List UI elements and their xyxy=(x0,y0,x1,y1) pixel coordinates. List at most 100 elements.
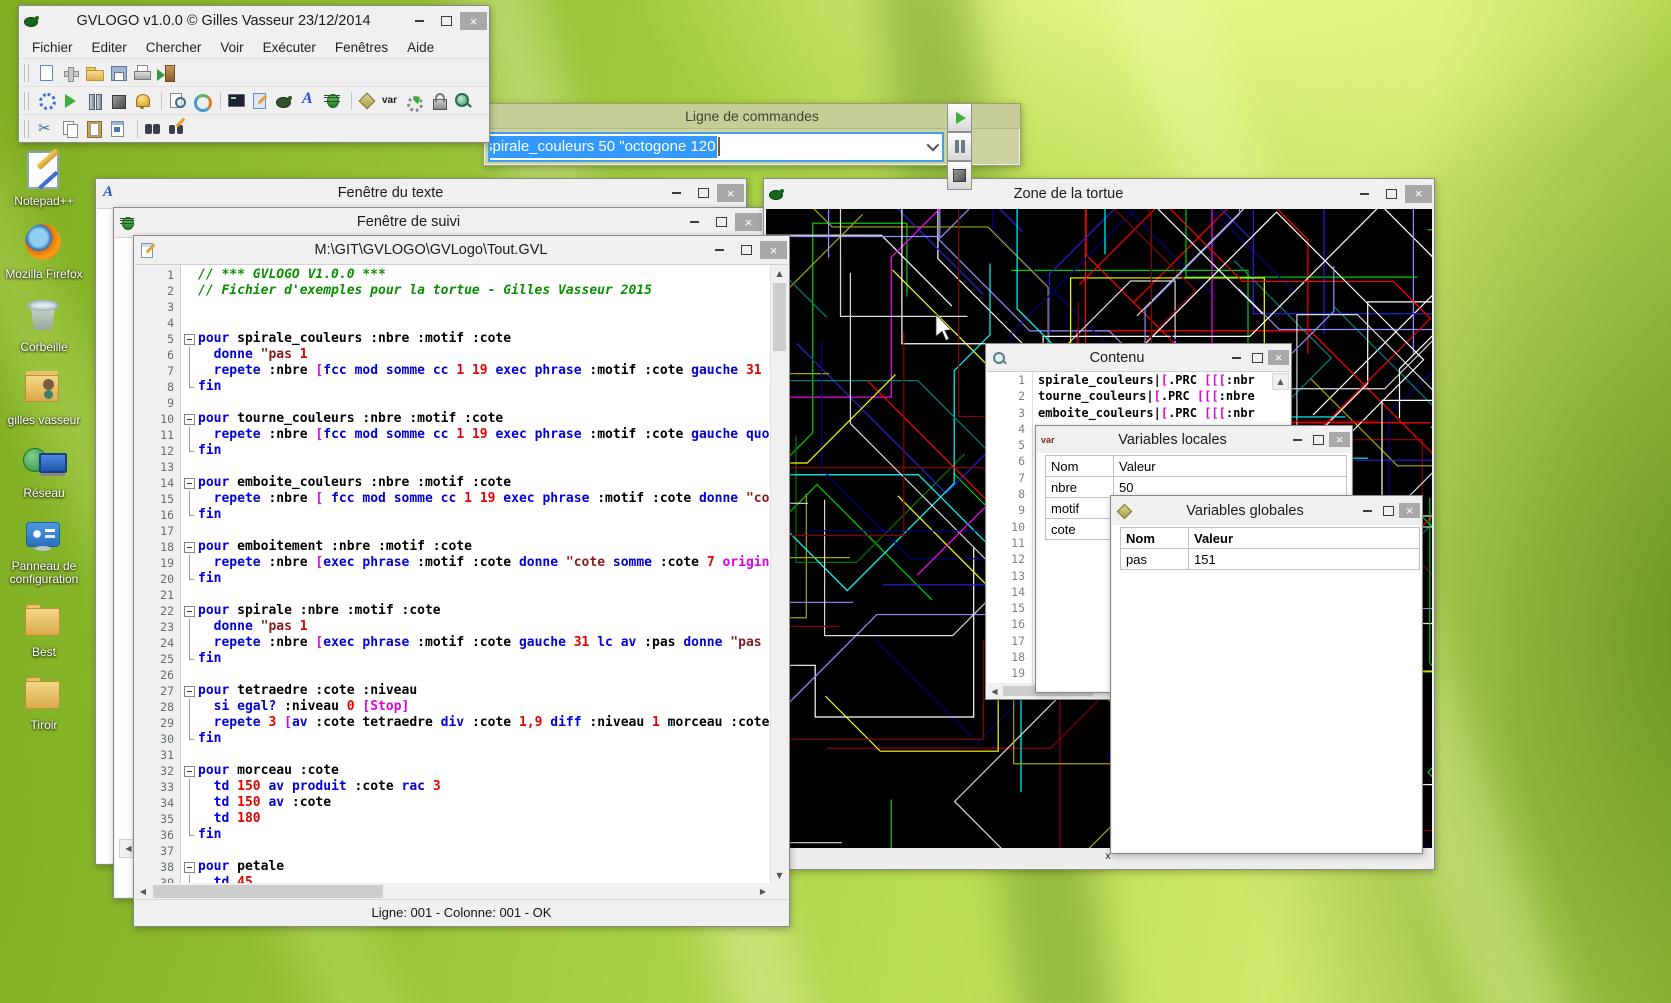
font-icon[interactable] xyxy=(298,91,320,111)
code-line-34[interactable]: 34 td 150 av :cote xyxy=(135,795,771,811)
close-button[interactable] xyxy=(1268,350,1289,365)
search-globe-icon[interactable] xyxy=(453,91,475,111)
editor-window-titlebar[interactable]: M:\GIT\GVLOGO\GVLogo\Tout.GVL xyxy=(134,236,789,264)
edit-document-icon[interactable] xyxy=(250,91,272,111)
code-line-19[interactable]: 19 repete :nbre [exec phrase :motif :cot… xyxy=(135,555,771,571)
scroll-left-arrow[interactable] xyxy=(987,684,1002,698)
code-line-38[interactable]: 38pour petale xyxy=(135,859,771,875)
desktop-icon-notepad[interactable]: Notepad++ xyxy=(2,148,86,208)
code-line-21[interactable]: 21 xyxy=(135,587,771,603)
turtle-icon[interactable] xyxy=(274,91,296,111)
code-line-18[interactable]: 18pour emboitement :nbre :motif :cote xyxy=(135,539,771,555)
code-line-28[interactable]: 28 si egal? :niveau 0 [Stop] xyxy=(135,699,771,715)
cut-icon[interactable] xyxy=(36,119,58,139)
close-button[interactable] xyxy=(1399,503,1420,518)
code-line-25[interactable]: 25fin xyxy=(135,651,771,667)
code-line-15[interactable]: 15 repete :nbre [ fcc mod somme cc 1 19 … xyxy=(135,491,771,507)
code-line-7[interactable]: 7 repete :nbre [fcc mod somme cc 1 19 ex… xyxy=(135,363,771,379)
paste-icon[interactable] xyxy=(84,119,106,139)
print-icon[interactable] xyxy=(132,63,154,83)
menu-item-5[interactable]: Exécuter xyxy=(263,40,316,55)
desktop-icon-folder-tiroir[interactable]: Tiroir xyxy=(2,672,86,732)
minimize-button[interactable] xyxy=(681,213,708,231)
close-button[interactable] xyxy=(460,12,487,30)
code-line-29[interactable]: 29 repete 3 [av :cote tetraedre div :cot… xyxy=(135,715,771,731)
editor-vscroll[interactable] xyxy=(770,265,788,883)
fold-marker[interactable] xyxy=(181,859,198,875)
main-window-titlebar[interactable]: GVLOGO v1.0.0 © Gilles Vasseur 23/12/201… xyxy=(19,6,489,36)
code-line-20[interactable]: 20fin xyxy=(135,571,771,587)
collapse-box-icon[interactable] xyxy=(184,334,195,345)
code-line-12[interactable]: 12fin xyxy=(135,443,771,459)
fold-marker[interactable] xyxy=(181,539,198,555)
maximize-button[interactable] xyxy=(1378,503,1399,518)
menu-item-3[interactable]: Chercher xyxy=(146,40,202,55)
editor-hscroll[interactable] xyxy=(135,883,771,900)
code-line-22[interactable]: 22pour spirale :nbre :motif :cote xyxy=(135,603,771,619)
settings-gear-icon[interactable] xyxy=(36,91,58,111)
maximize-button[interactable] xyxy=(690,184,717,202)
fold-marker[interactable] xyxy=(181,683,198,699)
run-icon[interactable] xyxy=(60,91,82,111)
find-replace-icon[interactable] xyxy=(167,119,189,139)
close-button[interactable] xyxy=(1405,185,1432,203)
desktop-icon-corbeille[interactable]: Corbeille xyxy=(2,294,86,354)
refresh-icon[interactable] xyxy=(191,91,213,111)
fold-marker[interactable] xyxy=(181,411,198,427)
code-line-31[interactable]: 31 xyxy=(135,747,771,763)
code-line-9[interactable]: 9 xyxy=(135,395,771,411)
code-line-1[interactable]: 1// *** GVLOGO V1.0.0 *** xyxy=(135,267,771,283)
code-line-24[interactable]: 24 repete :nbre [exec phrase :motif :cot… xyxy=(135,635,771,651)
gear-arrow-icon[interactable] xyxy=(405,91,427,111)
code-line-23[interactable]: 23 donne "pas 1 xyxy=(135,619,771,635)
menu-item-4[interactable]: Voir xyxy=(220,40,243,55)
debug-bug-icon[interactable] xyxy=(322,91,344,111)
code-line-32[interactable]: 32pour morceau :cote xyxy=(135,763,771,779)
minimize-button[interactable] xyxy=(1287,432,1308,447)
code-line-36[interactable]: 36fin xyxy=(135,827,771,843)
turtle-window-titlebar[interactable]: Zone de la tortue xyxy=(764,179,1434,208)
toolbar-grip[interactable] xyxy=(24,64,29,82)
maximize-button[interactable] xyxy=(433,12,460,30)
close-button[interactable] xyxy=(717,184,744,202)
pause-icon[interactable] xyxy=(84,91,106,111)
scroll-right-arrow[interactable] xyxy=(755,883,771,900)
pause-button[interactable] xyxy=(947,132,972,161)
var-icon[interactable] xyxy=(381,91,403,111)
collapse-box-icon[interactable] xyxy=(184,478,195,489)
scroll-up-arrow[interactable] xyxy=(1272,373,1289,390)
menu-item-2[interactable]: Editer xyxy=(92,40,127,55)
desktop-icon-userfolder[interactable]: gilles vasseur xyxy=(2,367,86,427)
content-row-2[interactable]: 2tourne_couleurs|[.PRC [[[:nbre xyxy=(987,388,1290,404)
code-line-10[interactable]: 10pour tourne_couleurs :nbre :motif :cot… xyxy=(135,411,771,427)
code-lines[interactable]: 1// *** GVLOGO V1.0.0 ***2// Fichier d'e… xyxy=(135,265,771,883)
collapse-box-icon[interactable] xyxy=(184,862,195,873)
alarm-bell-icon[interactable] xyxy=(132,91,154,111)
menu-item-1[interactable]: Fichier xyxy=(32,40,73,55)
hscroll-thumb[interactable] xyxy=(153,885,383,898)
code-line-14[interactable]: 14pour emboite_couleurs :nbre :motif :co… xyxy=(135,475,771,491)
code-line-37[interactable]: 37 xyxy=(135,843,771,859)
vscroll-thumb[interactable] xyxy=(773,283,786,351)
maximize-button[interactable] xyxy=(733,241,760,259)
maximize-button[interactable] xyxy=(1308,432,1329,447)
code-line-11[interactable]: 11 repete :nbre [fcc mod somme cc 1 19 e… xyxy=(135,427,771,443)
minimize-button[interactable] xyxy=(1357,503,1378,518)
content-row-1[interactable]: 1spirale_couleurs|[.PRC [[[:nbr xyxy=(987,372,1290,388)
fold-marker[interactable] xyxy=(181,331,198,347)
collapse-box-icon[interactable] xyxy=(184,414,195,425)
new-document-icon[interactable] xyxy=(36,63,58,83)
close-button[interactable] xyxy=(735,213,762,231)
fold-marker[interactable] xyxy=(181,475,198,491)
content-window-titlebar[interactable]: Contenu xyxy=(986,344,1291,371)
fold-marker[interactable] xyxy=(181,763,198,779)
code-line-35[interactable]: 35 td 180 xyxy=(135,811,771,827)
collapse-box-icon[interactable] xyxy=(184,542,195,553)
code-line-27[interactable]: 27pour tetraedre :cote :niveau xyxy=(135,683,771,699)
content-row-3[interactable]: 3emboite_couleurs|[.PRC [[[:nbr xyxy=(987,405,1290,421)
stop-icon[interactable] xyxy=(108,91,130,111)
desktop-icon-panneau[interactable]: Panneau de configuration xyxy=(2,513,86,586)
code-line-16[interactable]: 16fin xyxy=(135,507,771,523)
paste-special-icon[interactable] xyxy=(108,119,130,139)
collapse-box-icon[interactable] xyxy=(184,766,195,777)
